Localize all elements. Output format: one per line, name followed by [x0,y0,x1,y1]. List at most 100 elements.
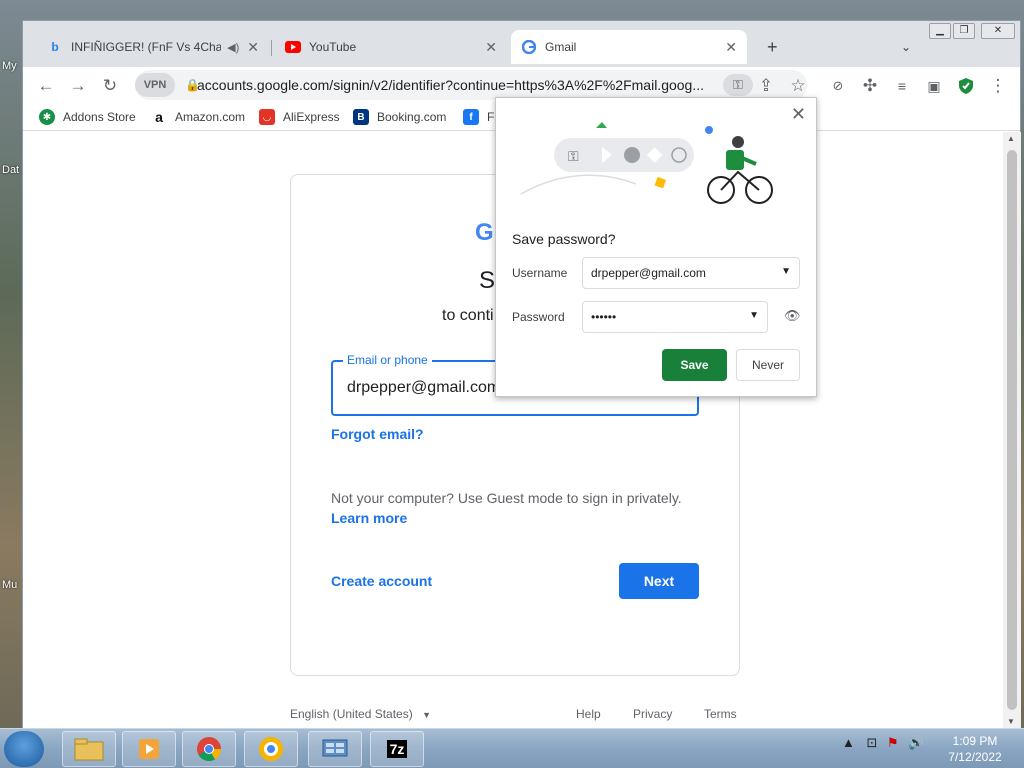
media-player-icon[interactable] [122,731,176,767]
never-button[interactable]: Never [736,349,800,381]
tab-gmail[interactable]: Gmail ✕ [511,30,747,64]
page-subtitle: to conti [442,307,494,324]
plus-icon: + [767,36,778,57]
language-select[interactable]: English (United States) ▼ [290,707,431,721]
bookmark-booking[interactable]: B Booking.com [353,109,446,125]
taskbar: 7z ▲ ⊡ ⚑ 🔊 1:09 PM 7/12/2022 [0,728,1024,768]
menu-icon[interactable]: ⋮ [985,73,1011,99]
clock-date: 7/12/2022 [948,750,1002,764]
scrollbar[interactable]: ▲ ▼ [1003,132,1021,728]
password-label: Password [512,310,565,324]
start-button[interactable] [4,731,44,767]
username-label: Username [512,266,568,280]
bookmark-addons-store[interactable]: ✱ Addons Store [39,109,136,125]
privacy-link[interactable]: Privacy [633,707,672,721]
bing-icon: b [51,40,59,54]
star-icon[interactable]: ☆ [785,73,811,99]
desktop-icon-label[interactable]: My [2,60,17,72]
scroll-up-icon[interactable]: ▲ [1007,134,1015,143]
back-button[interactable]: ← [33,73,59,99]
close-icon[interactable]: ✕ [247,39,259,56]
browser-window: b INFIÑIGGER! (FnF Vs 4Chan) ◀) ✕ YouTub… [22,20,1021,728]
extensions-icon[interactable]: ✣ [857,73,883,99]
bookmark-label: AliExpress [283,110,340,124]
minimize-button[interactable]: ▁ [929,23,951,39]
vpn-button[interactable]: VPN [135,73,175,97]
help-link[interactable]: Help [576,707,601,721]
close-icon[interactable]: ✕ [485,39,497,56]
caret-down-icon: ▼ [422,710,431,720]
footer: English (United States) ▼ Help Privacy T… [290,707,740,727]
tab-title: YouTube [309,40,357,54]
password-illustration: ⚿ [520,122,773,204]
show-hidden-icon[interactable]: ▲ [842,735,855,750]
scroll-thumb[interactable] [1007,150,1017,710]
adblock-icon[interactable]: ⊘ [825,73,851,99]
arrow-right-icon: → [69,76,87,95]
speaker-icon[interactable]: ◀) [227,41,239,54]
forgot-email-link[interactable]: Forgot email? [331,426,424,442]
arrow-left-icon: ← [37,76,55,95]
dialog-title: Save password? [512,231,616,247]
google-icon [521,39,537,55]
chevron-down-icon: ⌄ [901,40,912,54]
create-account-button[interactable]: Create account [331,573,432,589]
network-icon[interactable] [308,731,362,767]
action-center-icon[interactable]: ⚑ [887,735,899,750]
password-value: •••••• [591,310,617,324]
bookmark-label: Amazon.com [175,110,246,124]
tab-infinigger[interactable]: b INFIÑIGGER! (FnF Vs 4Chan) ◀) ✕ [37,30,269,64]
address-bar[interactable]: VPN 🔒 accounts.google.com/signin/v2/iden… [135,70,807,100]
7zip-icon[interactable]: 7z [370,731,424,767]
network-status-icon[interactable]: ⊡ [867,735,878,750]
tab-separator [271,40,272,56]
bookmark-label: Addons Store [63,110,136,124]
tab-youtube[interactable]: YouTube ✕ [275,30,507,64]
new-tab-button[interactable]: + [757,30,787,64]
google-logo: G [475,219,494,246]
booking-icon: B [353,109,369,125]
side-panel-icon[interactable]: ▣ [921,73,947,99]
lock-icon[interactable]: 🔒 [185,78,200,92]
password-dropdown[interactable]: •••••• ▼ [582,301,768,333]
bookmark-amazon[interactable]: a Amazon.com [151,109,245,125]
maximize-button[interactable]: ❐ [953,23,975,39]
volume-icon[interactable]: 🔊 [908,735,924,750]
svg-text:⚿: ⚿ [568,149,579,165]
clock[interactable]: 1:09 PM 7/12/2022 [940,733,1010,765]
url-text[interactable]: accounts.google.com/signin/v2/identifier… [197,77,717,93]
tab-search-button[interactable]: ⌄ [891,30,921,64]
close-window-button[interactable]: ✕ [981,23,1015,39]
terms-link[interactable]: Terms [704,707,737,721]
folder-icon[interactable] [62,731,116,767]
guest-mode-text: Not your computer? Use Guest mode to sig… [331,490,682,506]
caret-down-icon: ▼ [781,266,791,277]
shield-icon[interactable] [953,73,979,99]
chrome-icon[interactable] [182,731,236,767]
desktop-icon-label[interactable]: Dat [2,164,19,176]
eye-icon[interactable]: 👁 [784,308,801,324]
amazon-icon: a [155,109,163,125]
reload-icon: ↻ [102,76,118,95]
learn-more-link[interactable]: Learn more [331,510,407,526]
forward-button[interactable]: → [65,73,91,99]
next-button[interactable]: Next [619,563,699,599]
desktop-icon-label[interactable]: Mu [2,579,17,591]
media-control-icon[interactable]: ≡ [889,73,915,99]
save-button[interactable]: Save [662,349,727,381]
email-label: Email or phone [343,353,432,367]
email-value[interactable]: drpepper@gmail.com [347,379,500,397]
close-icon[interactable]: ✕ [791,104,806,125]
reload-button[interactable]: ↻ [97,73,123,99]
close-icon[interactable]: ✕ [725,39,737,56]
clock-time: 1:09 PM [952,734,998,748]
scroll-down-icon[interactable]: ▼ [1007,717,1015,726]
language-label: English (United States) [290,707,413,721]
key-icon[interactable]: ⚿ [723,74,753,96]
share-icon[interactable]: ⇪ [753,73,779,99]
aliexpress-icon: ◡ [259,109,275,125]
bookmark-label: Booking.com [377,110,447,124]
browser-icon[interactable] [244,731,298,767]
bookmark-aliexpress[interactable]: ◡ AliExpress [259,109,340,125]
username-dropdown[interactable]: drpepper@gmail.com ▼ [582,257,800,289]
